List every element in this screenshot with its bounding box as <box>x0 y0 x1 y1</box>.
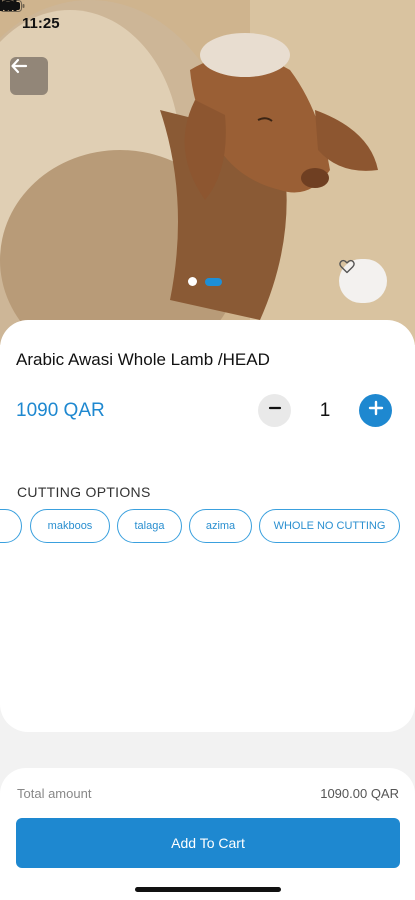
product-title: Arabic Awasi Whole Lamb /HEAD <box>16 350 270 369</box>
minus-icon <box>268 401 282 420</box>
cutting-option-chip[interactable] <box>0 509 22 543</box>
product-price: 1090 QAR <box>16 400 105 421</box>
status-time: 11:25 <box>22 14 60 32</box>
cutting-option-chip[interactable]: talaga <box>117 509 182 543</box>
product-image-carousel[interactable]: 11:25 <box>0 0 415 345</box>
increase-quantity-button[interactable] <box>359 394 392 427</box>
cutting-options-list[interactable]: makboos talaga azima WHOLE NO CUTTING <box>0 509 415 545</box>
carousel-dot-active[interactable] <box>205 277 222 286</box>
product-details-card: Arabic Awasi Whole Lamb /HEAD 1090 QAR 1… <box>0 320 415 732</box>
plus-icon <box>368 400 384 421</box>
cutting-options-label: CUTTING OPTIONS <box>17 484 151 500</box>
favorite-button[interactable] <box>339 259 387 303</box>
carousel-dot[interactable] <box>188 277 197 286</box>
cutting-option-chip[interactable]: WHOLE NO CUTTING <box>259 509 400 543</box>
quantity-value: 1 <box>319 399 331 421</box>
cutting-option-chip[interactable]: makboos <box>30 509 110 543</box>
decrease-quantity-button[interactable] <box>258 394 291 427</box>
total-amount-label: Total amount <box>17 786 92 801</box>
cutting-option-chip[interactable]: azima <box>189 509 252 543</box>
quantity-stepper: 1 <box>258 394 392 427</box>
carousel-indicator <box>188 277 222 286</box>
total-amount-value: 1090.00 QAR <box>320 786 399 801</box>
checkout-panel: Total amount 1090.00 QAR Add To Cart <box>0 768 415 900</box>
home-indicator <box>135 887 281 892</box>
back-button[interactable] <box>10 57 48 95</box>
status-bar: 11:25 <box>0 0 415 46</box>
add-to-cart-button[interactable]: Add To Cart <box>16 818 400 868</box>
